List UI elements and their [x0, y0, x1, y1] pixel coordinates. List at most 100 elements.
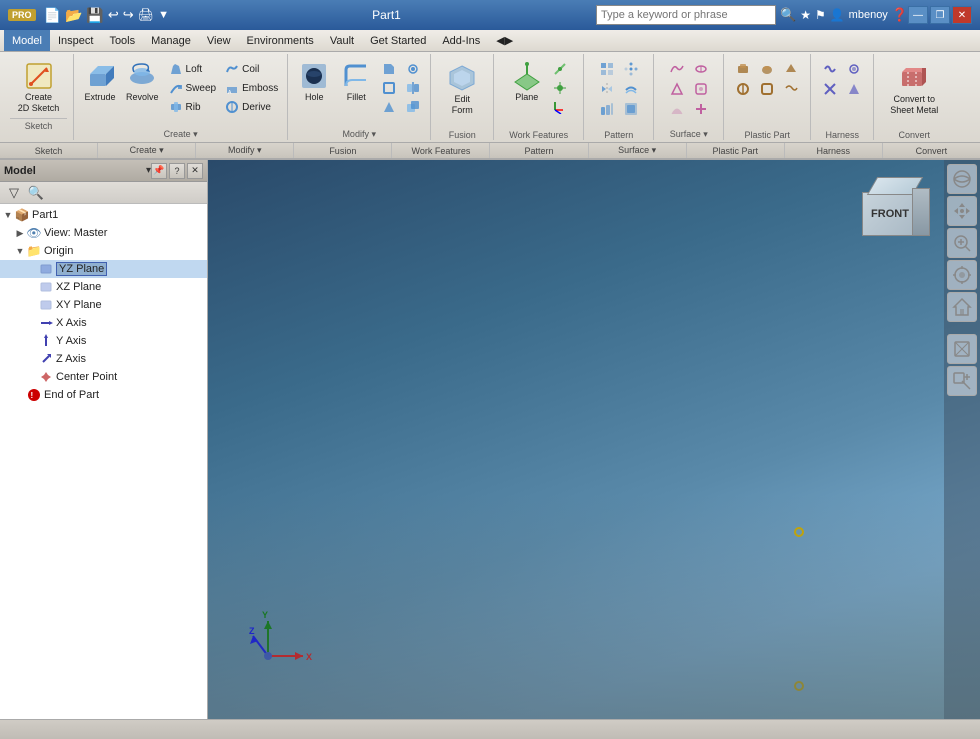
surface-btn-1[interactable] [666, 60, 688, 78]
combine-button[interactable] [402, 98, 424, 116]
tree-item-xz-plane[interactable]: XZ Plane [0, 278, 207, 296]
search-toolbar-btn[interactable]: 🔍 [26, 184, 46, 202]
draft-button[interactable] [378, 98, 400, 116]
more-icon[interactable]: ▼ [158, 9, 169, 21]
hole-button[interactable]: Hole [294, 58, 334, 105]
thicken-button[interactable] [620, 80, 642, 98]
ribbon-label-work-features[interactable]: Work Features [392, 143, 490, 158]
minimize-btn[interactable]: — [908, 6, 928, 24]
ribbon-label-harness[interactable]: Harness [785, 143, 883, 158]
convert-to-sheet-metal-button[interactable]: Convert to Sheet Metal [885, 60, 943, 118]
panel-pin-btn[interactable]: 📌 [151, 163, 167, 179]
split-button[interactable] [402, 79, 424, 97]
close-btn[interactable]: ✕ [952, 6, 972, 24]
tree-item-yz-plane[interactable]: YZ Plane [0, 260, 207, 278]
panel-close-btn[interactable]: ✕ [187, 163, 203, 179]
menu-item-tools[interactable]: Tools [101, 30, 143, 51]
tree-item-z-axis[interactable]: Z Axis [0, 350, 207, 368]
tree-item-x-axis[interactable]: X Axis [0, 314, 207, 332]
home-btn[interactable] [947, 292, 977, 322]
plane-button[interactable]: Plane [507, 58, 547, 105]
orbit-btn[interactable] [947, 164, 977, 194]
keyword-search-input[interactable] [596, 5, 776, 25]
pattern-features-button[interactable] [596, 100, 618, 118]
thread-button[interactable] [402, 60, 424, 78]
ribbon-label-pattern[interactable]: Pattern [490, 143, 588, 158]
menu-item-more[interactable]: ◀▶ [488, 30, 521, 51]
menu-item-inspect[interactable]: Inspect [50, 30, 101, 51]
surface-btn-6[interactable] [690, 100, 712, 118]
fillet-button[interactable]: Fillet [336, 58, 376, 105]
ribbon-label-surface[interactable]: Surface ▾ [589, 143, 687, 158]
tree-item-center-point[interactable]: Center Point [0, 368, 207, 386]
point-wf-button[interactable] [549, 79, 571, 97]
menu-item-getstarted[interactable]: Get Started [362, 30, 434, 51]
tree-expand-part1[interactable]: ▼ [2, 209, 14, 221]
panel-controls[interactable]: 📌 ? ✕ [151, 163, 203, 179]
zoom-btn[interactable] [947, 228, 977, 258]
ribbon-label-create[interactable]: Create ▾ [98, 143, 196, 158]
pattern-solid-button[interactable] [620, 100, 642, 118]
mirror-button[interactable] [596, 80, 618, 98]
redo-icon[interactable]: ↪ [123, 7, 134, 23]
look-at-btn[interactable] [947, 260, 977, 290]
tree-item-origin[interactable]: ▼ 📁 Origin [0, 242, 207, 260]
filter-toolbar-btn[interactable]: ▽ [4, 184, 24, 202]
menu-item-view[interactable]: View [199, 30, 239, 51]
panel-question-btn[interactable]: ? [169, 163, 185, 179]
create-2d-sketch-button[interactable]: Create2D Sketch [14, 58, 64, 116]
menu-item-addins[interactable]: Add-Ins [434, 30, 488, 51]
rect-pattern-button[interactable] [596, 60, 618, 78]
menu-item-vault[interactable]: Vault [322, 30, 362, 51]
surface-btn-2[interactable] [690, 60, 712, 78]
menu-item-environments[interactable]: Environments [239, 30, 322, 51]
harness-btn-4[interactable] [843, 80, 865, 98]
harness-btn-3[interactable] [819, 80, 841, 98]
tree-expand-origin[interactable]: ▼ [14, 245, 26, 257]
ribbon-label-modify[interactable]: Modify ▾ [196, 143, 294, 158]
view-cube[interactable]: FRONT [852, 172, 932, 252]
revolve-button[interactable]: Revolve [122, 58, 163, 105]
bookmark-icon[interactable]: ★ [800, 8, 811, 22]
pan-btn[interactable] [947, 196, 977, 226]
ucs-button[interactable] [549, 98, 571, 116]
shell-button[interactable] [378, 79, 400, 97]
help-icon[interactable]: ❓ [892, 7, 908, 23]
surface-btn-3[interactable] [666, 80, 688, 98]
emboss-button[interactable]: A Emboss [221, 79, 281, 97]
view-cube-right[interactable] [912, 188, 930, 236]
maximize-btn[interactable]: ❐ [930, 6, 950, 24]
rib-button[interactable]: Rib [165, 98, 220, 116]
zoom-all-btn[interactable] [947, 334, 977, 364]
search-btn[interactable]: 🔍 [780, 7, 796, 23]
plastic-btn-3[interactable] [780, 60, 802, 78]
plastic-btn-1[interactable] [732, 60, 754, 78]
surface-btn-5[interactable] [666, 100, 688, 118]
circ-pattern-button[interactable] [620, 60, 642, 78]
chamfer-button[interactable] [378, 60, 400, 78]
new-icon[interactable]: 📄 [44, 7, 61, 24]
extrude-button[interactable]: Extrude [80, 58, 120, 105]
plastic-btn-4[interactable] [732, 80, 754, 98]
derive-button[interactable]: Derive [221, 98, 281, 116]
surface-btn-4[interactable] [690, 80, 712, 98]
zoom-window-btn[interactable] [947, 366, 977, 396]
undo-icon[interactable]: ↩ [108, 7, 119, 23]
menu-item-model[interactable]: Model [4, 30, 50, 51]
ribbon-label-sketch[interactable]: Sketch [0, 143, 98, 158]
tree-item-view-master[interactable]: ▶ 👁 View: Master [0, 224, 207, 242]
print-icon[interactable]: 🖨 [138, 7, 155, 23]
flag-icon[interactable]: ⚑ [815, 8, 826, 22]
loft-button[interactable]: Loft [165, 60, 220, 78]
tree-item-end-of-part[interactable]: ! End of Part [0, 386, 207, 404]
open-icon[interactable]: 📂 [65, 7, 82, 24]
axis-button[interactable] [549, 60, 571, 78]
coil-button[interactable]: Coil [221, 60, 281, 78]
save-icon[interactable]: 💾 [86, 7, 103, 24]
harness-btn-2[interactable] [843, 60, 865, 78]
plastic-btn-5[interactable] [756, 80, 778, 98]
user-icon[interactable]: 👤 [830, 8, 845, 22]
edit-form-button[interactable]: EditForm [437, 60, 487, 118]
plastic-btn-6[interactable] [780, 80, 802, 98]
plastic-btn-2[interactable] [756, 60, 778, 78]
